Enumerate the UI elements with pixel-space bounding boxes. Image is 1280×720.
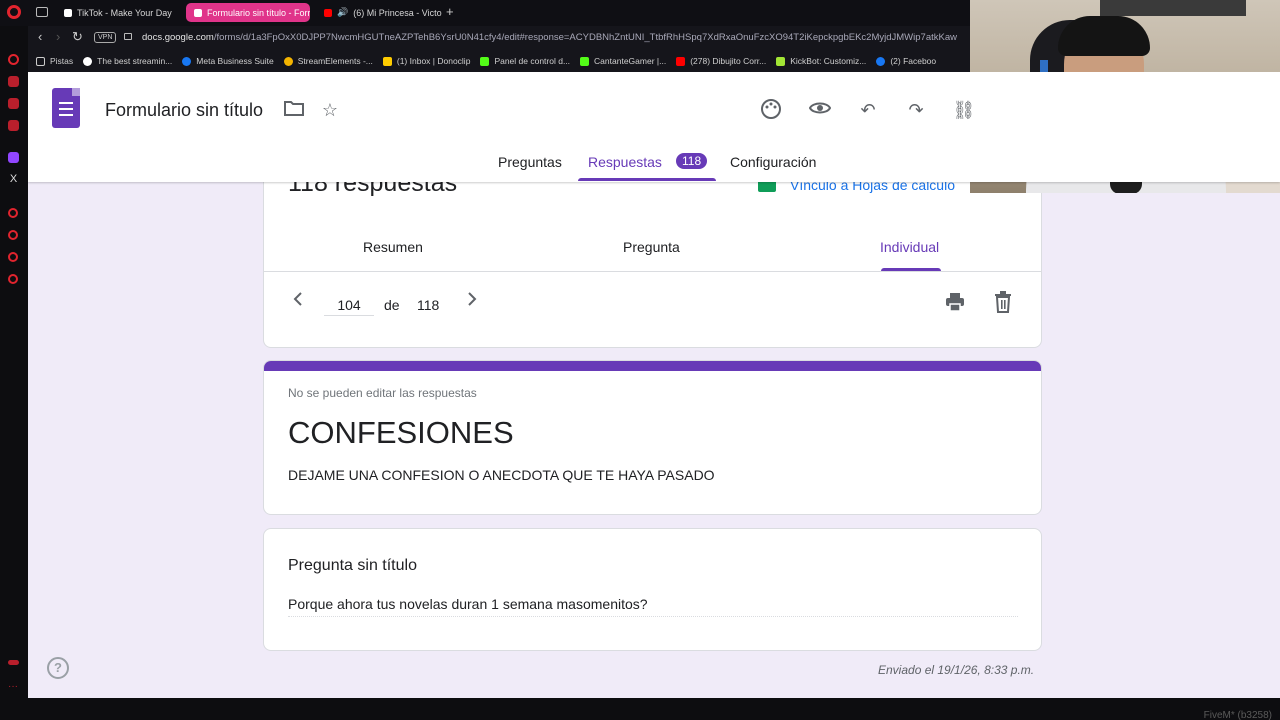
divider <box>264 271 1041 272</box>
submitted-timestamp: Enviado el 19/1/26, 8:33 p.m. <box>878 663 1035 677</box>
forms-header: Formulario sin título ☆ ↶ ↷ ⛓ Preguntas … <box>28 72 1280 182</box>
opera-ai-icon[interactable] <box>8 54 19 65</box>
bookmark-item[interactable]: KickBot: Customiz... <box>776 56 866 66</box>
sidebar-app-icon[interactable] <box>8 252 18 262</box>
more-icon[interactable]: ··· <box>8 682 19 693</box>
tiktok-icon <box>64 8 72 17</box>
form-header-card: No se pueden editar las respuestas CONFE… <box>263 360 1042 515</box>
tab-responses[interactable]: Respuestas <box>588 154 662 170</box>
new-tab-button[interactable]: + <box>446 4 454 19</box>
kickbot-icon <box>776 56 786 66</box>
lock-icon[interactable] <box>124 33 132 40</box>
vpn-badge[interactable]: VPN <box>94 32 117 43</box>
url-field[interactable]: docs.google.com/forms/d/1a3FpOxX0DJPP7Nw… <box>142 32 968 43</box>
browser-tab-bar: TikTok - Make Your Day Formulario sin tí… <box>0 0 970 26</box>
bookmark-item[interactable]: Panel de control d... <box>480 56 570 66</box>
help-icon[interactable]: ? <box>47 657 69 679</box>
twitch-icon[interactable] <box>8 152 19 163</box>
question-card: Pregunta sin título Porque ahora tus nov… <box>263 528 1042 651</box>
gx-icon[interactable] <box>8 660 19 665</box>
fivem-watermark: FiveM* (b3258) <box>1203 710 1272 720</box>
tab-settings[interactable]: Configuración <box>730 154 816 170</box>
form-doc-title[interactable]: Formulario sin título <box>105 100 263 121</box>
readonly-notice: No se pueden editar las respuestas <box>288 386 477 400</box>
form-accent-bar <box>264 361 1041 371</box>
bookmark-item[interactable]: Meta Business Suite <box>182 56 274 66</box>
meta-icon <box>182 56 192 66</box>
folder-icon <box>36 56 45 66</box>
webcam-person-hair <box>1058 16 1150 56</box>
bookmarks-bar: Pistas The best streamin... Meta Busines… <box>28 50 970 72</box>
youtube-icon <box>676 56 686 66</box>
forms-page: Formulario sin título ☆ ↶ ↷ ⛓ Preguntas … <box>28 72 1280 698</box>
response-number-input[interactable] <box>324 294 374 316</box>
history-icon[interactable] <box>8 230 18 240</box>
google-forms-icon <box>194 8 202 17</box>
subtab-summary[interactable]: Resumen <box>363 239 423 255</box>
bookmark-item[interactable]: Pistas <box>36 56 73 66</box>
status-bar: FiveM* (b3258) <box>0 698 1280 720</box>
form-title: CONFESIONES <box>288 415 514 450</box>
tab-google-forms[interactable]: Formulario sin título - Forr <box>186 3 310 22</box>
opera-logo-icon[interactable] <box>7 5 21 19</box>
bookmark-item[interactable]: The best streamin... <box>83 56 172 66</box>
bookmark-item[interactable]: (278) Dibujito Corr... <box>676 56 766 66</box>
bookmark-item[interactable]: CantanteGamer |... <box>580 56 666 66</box>
subtab-individual[interactable]: Individual <box>880 239 939 255</box>
link-icon[interactable]: ⛓ <box>952 98 976 122</box>
form-description: DEJAME UNA CONFESION O ANECDOTA QUE TE H… <box>288 467 715 483</box>
next-response-button[interactable] <box>466 291 478 313</box>
bookmark-favicon <box>83 56 93 66</box>
opera-sidebar: X ··· <box>0 26 28 698</box>
donoclip-icon <box>382 56 392 66</box>
google-forms-logo-icon[interactable] <box>52 88 80 128</box>
kick-icon <box>480 56 490 66</box>
active-tab-indicator <box>578 178 716 181</box>
screen: TikTok - Make Your Day Formulario sin tí… <box>0 0 1280 720</box>
preview-eye-icon[interactable] <box>808 98 832 122</box>
palette-icon[interactable] <box>759 98 783 122</box>
forms-tab-bar: Preguntas Respuestas 118 Configuración <box>28 150 1280 182</box>
print-icon[interactable] <box>944 291 968 315</box>
reload-icon[interactable]: ↻ <box>72 30 83 44</box>
tab-questions[interactable]: Preguntas <box>498 154 562 170</box>
tab-youtube[interactable]: 🔊 (6) Mi Princesa - Victo <box>316 3 442 22</box>
bookmark-item[interactable]: StreamElements -... <box>283 56 373 66</box>
bookmark-item[interactable]: (2) Faceboo <box>876 56 936 66</box>
sidebar-app-icon[interactable] <box>8 120 19 131</box>
question-answer: Porque ahora tus novelas duran 1 semana … <box>288 596 1018 617</box>
speaker-icon: 🔊 <box>337 7 349 17</box>
settings-icon[interactable] <box>8 274 18 284</box>
youtube-icon <box>324 8 332 17</box>
address-bar: ‹ › ↻ VPN docs.google.com/forms/d/1a3FpO… <box>28 26 970 50</box>
kick-icon <box>580 56 590 66</box>
back-icon[interactable]: ‹ <box>38 30 42 44</box>
tab-switcher-icon[interactable] <box>36 7 48 17</box>
forward-icon[interactable]: › <box>56 30 60 44</box>
subtab-question[interactable]: Pregunta <box>623 239 680 255</box>
responses-count-badge: 118 <box>676 153 708 169</box>
folder-icon[interactable] <box>282 98 306 122</box>
sidebar-app-icon[interactable] <box>8 76 19 87</box>
pager-of-label: de <box>384 297 400 313</box>
facebook-icon <box>876 56 886 66</box>
previous-response-button[interactable] <box>292 291 304 313</box>
bookmark-item[interactable]: (1) Inbox | Donoclip <box>382 56 470 66</box>
question-title: Pregunta sin título <box>288 557 417 574</box>
streamelements-icon <box>283 56 293 66</box>
delete-icon[interactable] <box>993 291 1017 315</box>
star-icon[interactable]: ☆ <box>318 98 342 122</box>
tab-tiktok[interactable]: TikTok - Make Your Day <box>56 3 180 22</box>
x-icon[interactable]: X <box>8 174 19 185</box>
pager-total: 118 <box>417 297 440 313</box>
webcam-wall-frame <box>1100 0 1246 16</box>
sidebar-app-icon[interactable] <box>8 98 19 109</box>
sidebar-app-icon[interactable] <box>8 208 18 218</box>
undo-icon[interactable]: ↶ <box>856 98 880 122</box>
redo-icon[interactable]: ↷ <box>904 98 928 122</box>
